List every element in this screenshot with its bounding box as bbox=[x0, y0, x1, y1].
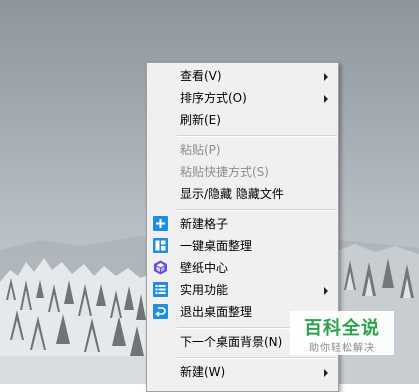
submenu-arrow-icon bbox=[324, 287, 328, 295]
menu-item-label: 下一个桌面背景(N) bbox=[180, 335, 283, 349]
baike-watermark: 百科全说 助你轻松解决 bbox=[290, 311, 394, 355]
menu-item-label: 查看(V) bbox=[180, 69, 222, 83]
menu-separator bbox=[177, 135, 337, 137]
menu-item-label: 壁纸中心 bbox=[180, 261, 229, 275]
menu-item-label: 一键桌面整理 bbox=[180, 239, 253, 253]
menu-item-label: 显示/隐藏 隐藏文件 bbox=[180, 187, 284, 201]
menu-item-paste: 粘贴(P) bbox=[147, 139, 338, 161]
menu-item-new[interactable]: 新建(W) bbox=[147, 361, 338, 383]
menu-item-paste-shortcut: 粘贴快捷方式(S) bbox=[147, 161, 338, 183]
menu-item-label: 新建(W) bbox=[180, 365, 226, 379]
cube-icon bbox=[154, 260, 167, 275]
menu-item-refresh[interactable]: 刷新(E) bbox=[147, 109, 338, 131]
submenu-arrow-icon bbox=[324, 369, 328, 377]
menu-item-label: 新建格子 bbox=[180, 217, 229, 231]
menu-item-sort-by[interactable]: 排序方式(O) bbox=[147, 87, 338, 109]
menu-item-label: 粘贴快捷方式(S) bbox=[180, 165, 269, 179]
submenu-arrow-icon bbox=[324, 73, 328, 81]
menu-item-wallpaper-center[interactable]: 壁纸中心 bbox=[147, 257, 338, 279]
menu-item-utilities[interactable]: 实用功能 bbox=[147, 279, 338, 301]
menu-separator bbox=[177, 357, 337, 359]
submenu-arrow-icon bbox=[324, 95, 328, 103]
menu-item-view[interactable]: 查看(V) bbox=[147, 65, 338, 87]
menu-item-label: 实用功能 bbox=[180, 283, 229, 297]
watermark-title: 百科全说 bbox=[304, 318, 380, 339]
menu-item-new-grid[interactable]: 新建格子 bbox=[147, 213, 338, 235]
plus-box-icon bbox=[153, 216, 168, 231]
exit-icon bbox=[153, 304, 168, 319]
menu-item-one-click-organize[interactable]: 一键桌面整理 bbox=[147, 235, 338, 257]
menu-item-label: 刷新(E) bbox=[180, 113, 221, 127]
menu-item-toggle-hidden-files[interactable]: 显示/隐藏 隐藏文件 bbox=[147, 183, 338, 205]
list-icon bbox=[153, 282, 168, 297]
layout-grid-icon bbox=[153, 238, 168, 253]
watermark-subtitle: 助你轻松解决 bbox=[309, 343, 375, 354]
menu-item-label: 粘贴(P) bbox=[180, 143, 221, 157]
menu-separator bbox=[177, 209, 337, 211]
menu-item-label: 退出桌面整理 bbox=[180, 305, 253, 319]
menu-item-label: 排序方式(O) bbox=[180, 91, 247, 105]
